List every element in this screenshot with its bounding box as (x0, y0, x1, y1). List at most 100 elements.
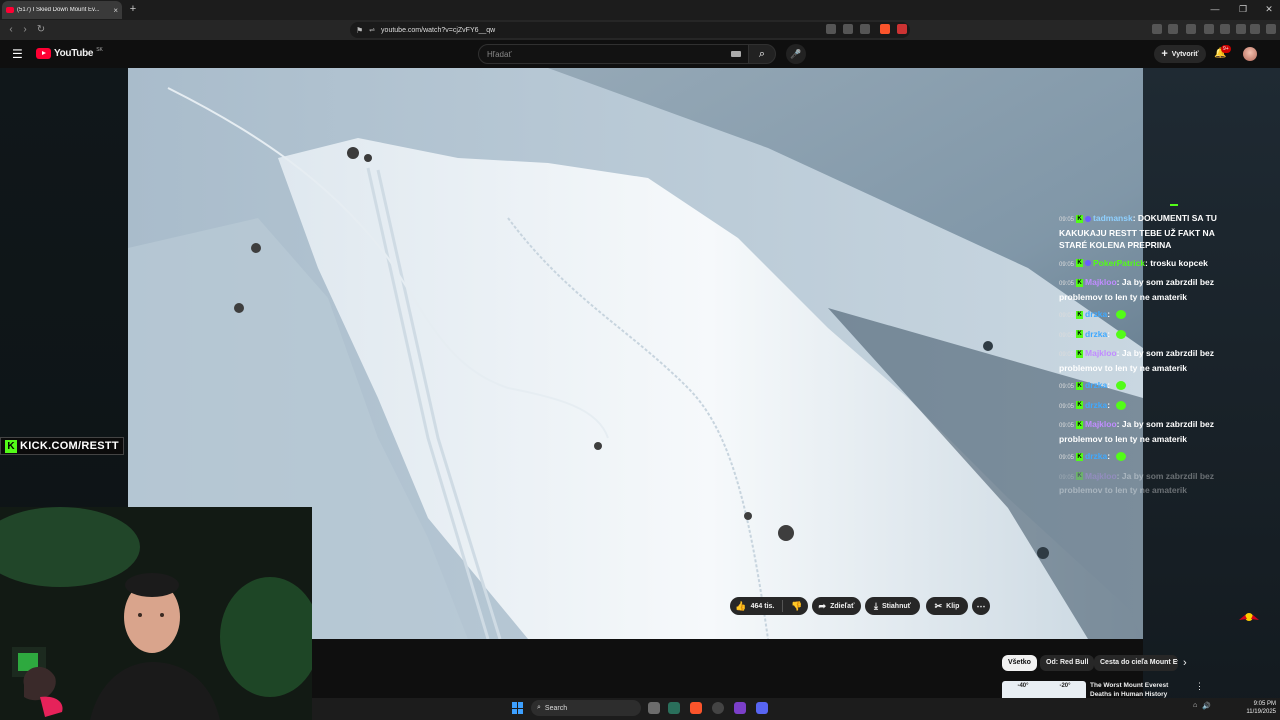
chat-indicator (1170, 204, 1178, 206)
voice-search-mic-icon[interactable]: 🎤 (786, 44, 806, 64)
emote-icon (1116, 381, 1127, 391)
extension-icon[interactable] (1152, 24, 1162, 34)
emote-icon (1116, 452, 1127, 462)
obs-icon[interactable] (712, 702, 724, 714)
keyboard-icon[interactable] (731, 51, 741, 57)
kick-badge-icon: K (1076, 259, 1084, 268)
chat-timestamp: 09:05 (1059, 455, 1075, 461)
youtube-logo[interactable]: YouTube SK (36, 46, 103, 59)
menu-icon[interactable]: ☰ (12, 48, 24, 60)
kick-badge-icon: K (1076, 420, 1084, 429)
create-button[interactable]: + Vytvoriť (1154, 45, 1206, 63)
reload-icon[interactable]: ↻ (34, 23, 48, 37)
kick-logo-icon: K (5, 439, 17, 453)
reading-list-icon[interactable] (1204, 24, 1214, 34)
notification-badge: 9+ (1221, 45, 1231, 53)
like-count[interactable]: 464 tis. (751, 603, 775, 610)
maximize-button[interactable]: ❐ (1234, 2, 1252, 16)
chat-message: 09:05 Kdrzka: (1059, 308, 1229, 323)
kick-badge-icon: K (1076, 472, 1084, 481)
twitch-icon[interactable] (734, 702, 746, 714)
brave-rewards-icon[interactable] (897, 24, 907, 34)
plus-icon: + (1161, 48, 1168, 60)
new-tab-button[interactable]: + (126, 2, 140, 16)
chat-timestamp: 09:05 (1059, 423, 1075, 429)
clip-button[interactable]: ✂ Klip (926, 597, 968, 615)
chip-from-channel[interactable]: Od: Red Bull (1040, 655, 1095, 671)
shield-icon[interactable] (1250, 24, 1260, 34)
download-label: Stiahnuť (881, 602, 911, 610)
search-button[interactable]: ⌕ (748, 44, 776, 64)
forward-arrow-icon[interactable]: › (18, 23, 32, 37)
share-arrow-icon: ➦ (818, 600, 827, 611)
browser-tab[interactable]: (517) I Skied Down Mount Ev... × (2, 1, 122, 19)
search-input[interactable]: Hľadať (478, 44, 750, 64)
back-arrow-icon[interactable]: ‹ (4, 23, 18, 37)
download-icon: ⤓ (873, 600, 878, 611)
recommended-title[interactable]: The Worst Mount Everest Deaths in Human … (1090, 681, 1172, 699)
tab-search-icon[interactable] (1220, 24, 1230, 34)
chat-username: drzka (1085, 309, 1108, 319)
vpn-icon[interactable] (1236, 24, 1246, 34)
chat-message: 09:05 Kdrzka: (1059, 399, 1229, 414)
brave-browser-icon[interactable] (690, 702, 702, 714)
chat-message: 09:05 Kdrzka: (1059, 450, 1229, 465)
chat-username: drzka (1085, 451, 1108, 461)
browser-tab-strip (0, 0, 1280, 20)
minimize-button[interactable]: — (1206, 2, 1224, 16)
chat-text: trosku kopcek (1150, 257, 1208, 268)
bookmark-icon[interactable]: ⚑ (356, 26, 363, 35)
kick-badge-icon: K (1076, 310, 1084, 319)
close-window-button[interactable]: ✕ (1260, 2, 1278, 16)
cast-icon[interactable] (826, 24, 836, 34)
share-page-icon[interactable] (860, 24, 870, 34)
taskbar-search-label: Search (544, 704, 568, 712)
wallet-icon[interactable] (1168, 24, 1178, 34)
scissors-icon: ✂ (934, 600, 943, 611)
emote-icon (1116, 310, 1127, 320)
discord-icon[interactable] (756, 702, 768, 714)
sidebar-icon[interactable] (1186, 24, 1196, 34)
url-text: youtube.com/watch?v=cjZvFY6__qw (381, 26, 496, 34)
chat-timestamp: 09:05 (1059, 403, 1075, 410)
chip-all[interactable]: Všetko (1002, 655, 1037, 671)
network-icon[interactable]: ⌂ (1193, 702, 1197, 710)
like-thumb-icon[interactable]: 👍 (735, 601, 746, 612)
site-info-icon[interactable]: ⇌ (369, 26, 375, 34)
windows-start-icon[interactable] (512, 702, 524, 714)
youtube-play-icon (36, 48, 51, 59)
share-button[interactable]: ➦ Zdieľať (812, 597, 861, 615)
chat-message: 09:05 K Majkloo: Ja by som zabrzdil bez pr… (1059, 419, 1214, 444)
clock-date: 11/19/2025 (1246, 709, 1276, 715)
kebab-menu-icon[interactable]: ⋮ (1195, 681, 1204, 692)
app-icon[interactable] (668, 702, 680, 714)
logo-wordmark: YouTube (54, 48, 94, 59)
kick-badge-icon: K (1076, 278, 1084, 287)
brave-shield-icon[interactable] (880, 24, 890, 34)
share-label: Zdieľať (830, 602, 855, 610)
taskbar-clock[interactable]: 9:05 PM 11/19/2025 (1236, 700, 1276, 716)
chevron-right-icon[interactable]: › (1183, 655, 1187, 671)
volume-icon[interactable]: 🔊 (1202, 702, 1211, 710)
task-view-icon[interactable] (648, 702, 660, 714)
emote-icon (1116, 400, 1127, 410)
kick-badge-icon: K (1076, 452, 1084, 461)
chat-timestamp: 09:05 (1059, 261, 1075, 268)
chat-message: 09:05 K Majkloo: Ja by som zabrzdil bez pr… (1059, 470, 1214, 496)
kick-url-text: KICK.COM/RESTT (20, 440, 119, 452)
chat-username: Majkloo (1085, 348, 1117, 358)
youtube-favicon-icon (6, 7, 14, 13)
tab-close-icon[interactable]: × (113, 6, 118, 15)
taskbar-search-input[interactable]: ⌕ Search (531, 700, 641, 716)
download-button[interactable]: ⤓ Stiahnuť (865, 597, 920, 615)
chat-message: 09:05 Kdrzka: (1059, 328, 1229, 343)
more-actions-button[interactable]: ⋯ (972, 597, 990, 615)
country-code: SK (96, 46, 103, 53)
translate-icon[interactable] (843, 24, 853, 34)
create-label: Vytvoriť (1171, 50, 1199, 58)
dislike-thumb-icon[interactable]: 👎 (791, 601, 802, 612)
browser-menu-icon[interactable] (1266, 24, 1276, 34)
chip-related[interactable]: Cesta do cieľa Mount Ev (1094, 655, 1178, 671)
avatar[interactable] (1243, 47, 1257, 61)
search-icon: ⌕ (537, 704, 541, 711)
